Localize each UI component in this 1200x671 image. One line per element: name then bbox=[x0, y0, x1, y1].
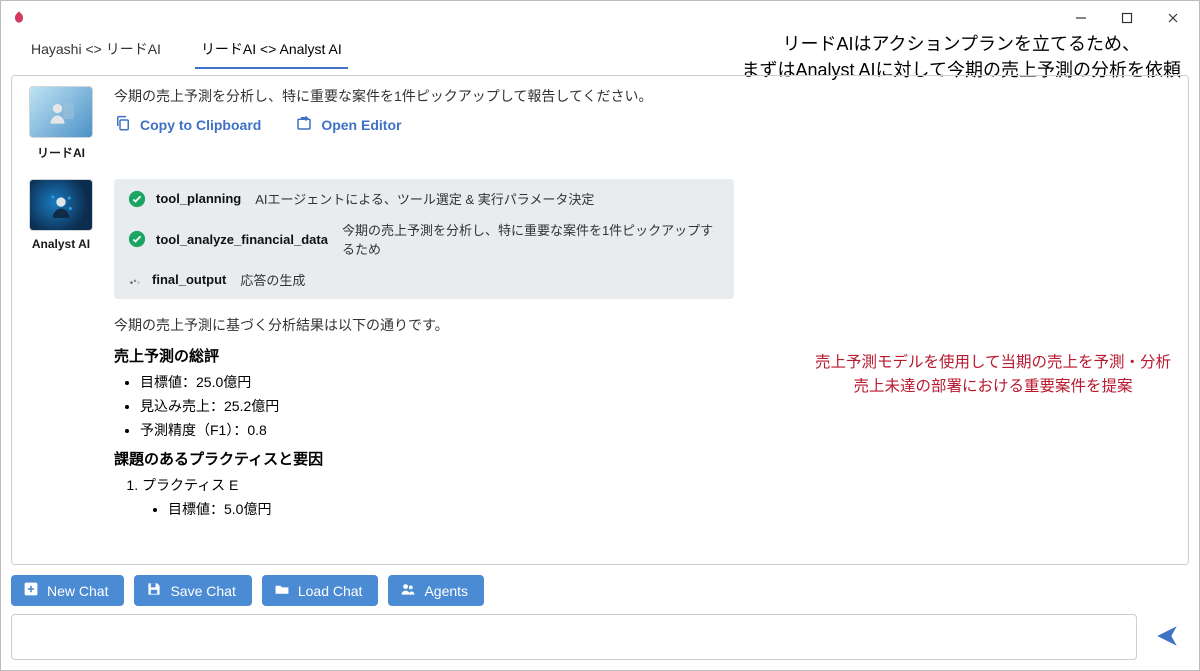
copy-icon bbox=[114, 114, 132, 135]
titlebar bbox=[1, 1, 1199, 35]
step-name: tool_planning bbox=[156, 191, 241, 206]
button-label: Agents bbox=[424, 583, 468, 599]
load-icon bbox=[274, 581, 290, 600]
step-desc: 応答の生成 bbox=[240, 270, 305, 289]
send-icon bbox=[1154, 623, 1180, 652]
message-lead: リードAI 今期の売上予測を分析し、特に重要な案件を1件ピックアップして報告して… bbox=[26, 86, 1174, 161]
list-item: 予測精度（F1）：0.8 bbox=[140, 420, 1174, 440]
open-editor-button[interactable]: Open Editor bbox=[295, 114, 401, 135]
window-controls bbox=[1059, 3, 1195, 33]
message-toolbar: Copy to Clipboard Open Editor bbox=[114, 114, 1174, 135]
save-chat-button[interactable]: Save Chat bbox=[134, 575, 251, 606]
save-icon bbox=[146, 581, 162, 600]
step-final-output: final_output 応答の生成 bbox=[128, 270, 720, 289]
avatar-lead bbox=[29, 86, 93, 138]
check-icon bbox=[128, 230, 146, 248]
step-name: tool_analyze_financial_data bbox=[156, 232, 328, 247]
button-label: Save Chat bbox=[170, 583, 235, 599]
annotation-top-line1: リードAIはアクションプランを立てるため、 bbox=[742, 31, 1182, 57]
app-window: リードAIはアクションプランを立てるため、 まずはAnalyst AIに対して今… bbox=[0, 0, 1200, 671]
analysis-intro: 今期の売上予測に基づく分析結果は以下の通りです。 bbox=[114, 315, 1174, 335]
app-icon bbox=[11, 10, 27, 26]
open-editor-label: Open Editor bbox=[321, 117, 401, 133]
open-editor-icon bbox=[295, 114, 313, 135]
maximize-button[interactable] bbox=[1105, 3, 1149, 33]
lead-prompt-text: 今期の売上予測を分析し、特に重要な案件を1件ピックアップして報告してください。 bbox=[114, 86, 1174, 106]
chat-transcript[interactable]: リードAI 今期の売上予測を分析し、特に重要な案件を1件ピックアップして報告して… bbox=[11, 75, 1189, 565]
button-label: Load Chat bbox=[298, 583, 363, 599]
message-input[interactable] bbox=[11, 614, 1137, 660]
list-sub-item: 目標値：5.0億円 bbox=[168, 499, 1174, 519]
annotation-right-line1: 売上予測モデルを使用して当期の売上を予測・分析 bbox=[815, 351, 1171, 375]
send-button[interactable] bbox=[1145, 614, 1189, 660]
annotation-right-line2: 売上未達の部署における重要案件を提案 bbox=[815, 375, 1171, 399]
loading-icon bbox=[128, 273, 142, 287]
button-label: New Chat bbox=[47, 583, 108, 599]
step-desc: 今期の売上予測を分析し、特に重要な案件を1件ピックアップするため bbox=[342, 220, 720, 258]
new-chat-button[interactable]: New Chat bbox=[11, 575, 124, 606]
annotation-right: 売上予測モデルを使用して当期の売上を予測・分析 売上未達の部署における重要案件を… bbox=[815, 351, 1171, 399]
agents-icon bbox=[400, 581, 416, 600]
close-button[interactable] bbox=[1151, 3, 1195, 33]
step-name: final_output bbox=[152, 272, 226, 287]
analysis-heading-issues: 課題のあるプラクティスと要因 bbox=[114, 448, 1174, 469]
copy-label: Copy to Clipboard bbox=[140, 117, 261, 133]
practice-name: プラクティス E bbox=[142, 477, 238, 493]
avatar-lead-name: リードAI bbox=[37, 144, 85, 161]
avatar-analyst bbox=[29, 179, 93, 231]
plus-icon bbox=[23, 581, 39, 600]
step-desc: AIエージェントによる、ツール選定 & 実行パラメータ決定 bbox=[255, 189, 594, 208]
agents-button[interactable]: Agents bbox=[388, 575, 484, 606]
tab-hayashi-lead[interactable]: Hayashi <> リードAI bbox=[25, 33, 167, 69]
analysis-content: 今期の売上予測に基づく分析結果は以下の通りです。 売上予測の総評 目標値：25.… bbox=[114, 315, 1174, 519]
copy-button[interactable]: Copy to Clipboard bbox=[114, 114, 261, 135]
tab-lead-analyst[interactable]: リードAI <> Analyst AI bbox=[195, 33, 348, 69]
composer-row bbox=[1, 610, 1199, 670]
minimize-button[interactable] bbox=[1059, 3, 1103, 33]
avatar-analyst-name: Analyst AI bbox=[32, 237, 90, 251]
step-planning: tool_planning AIエージェントによる、ツール選定 & 実行パラメー… bbox=[128, 189, 720, 208]
step-analyze: tool_analyze_financial_data 今期の売上予測を分析し、… bbox=[128, 220, 720, 258]
tool-steps-card: tool_planning AIエージェントによる、ツール選定 & 実行パラメー… bbox=[114, 179, 734, 299]
bottom-action-bar: New Chat Save Chat Load Chat Agents bbox=[1, 571, 1199, 610]
load-chat-button[interactable]: Load Chat bbox=[262, 575, 379, 606]
list-item: プラクティス E 目標値：5.0億円 bbox=[142, 475, 1174, 519]
check-icon bbox=[128, 190, 146, 208]
